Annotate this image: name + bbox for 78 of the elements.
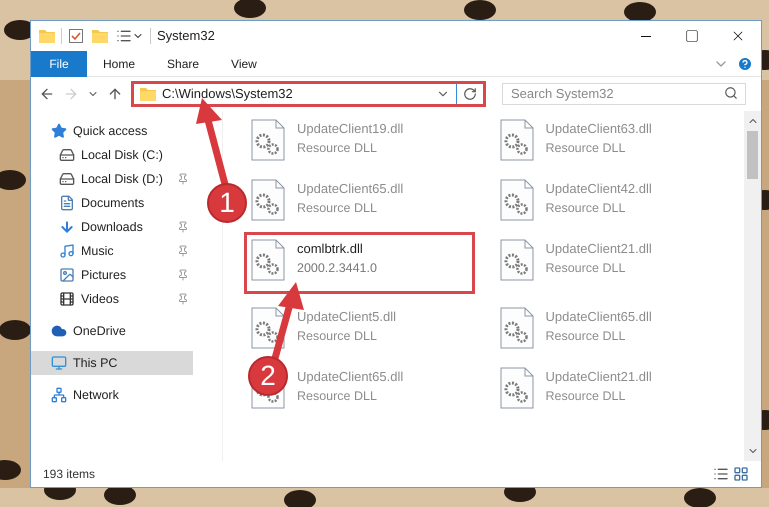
nav-item[interactable]: Documents xyxy=(31,191,193,215)
checklist-icon[interactable] xyxy=(68,28,84,44)
up-button[interactable] xyxy=(107,86,123,102)
settings-file-icon xyxy=(251,239,285,281)
maximize-icon xyxy=(685,29,699,43)
tiles-view-icon[interactable] xyxy=(733,466,749,482)
new-folder-icon xyxy=(92,29,108,43)
file-detail: Resource DLL xyxy=(546,328,626,344)
file-name: UpdateClient65.dll xyxy=(297,368,404,386)
music-note-icon xyxy=(59,243,75,259)
file-detail: Resource DLL xyxy=(297,200,378,216)
network-icon xyxy=(51,387,67,403)
address-bar[interactable]: C:\Windows\System32 xyxy=(131,81,486,107)
file-detail: 2000.2.3441.0 xyxy=(297,260,377,276)
settings-file-icon xyxy=(500,179,534,221)
pin-icon[interactable] xyxy=(177,221,189,233)
star-icon xyxy=(51,123,67,139)
nav-item[interactable]: Downloads xyxy=(31,215,193,239)
download-icon xyxy=(59,219,75,235)
nav-item[interactable]: Network xyxy=(31,383,193,407)
file-detail: Resource DLL xyxy=(546,200,626,216)
nav-item[interactable]: This PC xyxy=(31,351,193,375)
file-detail: Resource DLL xyxy=(297,328,378,344)
file-name: UpdateClient65.dll xyxy=(546,308,652,326)
nav-item[interactable]: Local Disk (C:) xyxy=(31,143,193,167)
nav-item[interactable]: OneDrive xyxy=(31,319,193,343)
search-icon xyxy=(724,86,738,100)
back-button[interactable] xyxy=(39,86,55,102)
settings-file-icon xyxy=(500,239,534,281)
file-detail: Resource DLL xyxy=(297,140,378,156)
ribbon-tab[interactable]: Share xyxy=(151,50,216,76)
pin-icon[interactable] xyxy=(177,269,189,281)
file-name: UpdateClient19.dll xyxy=(297,120,404,138)
properties-icon[interactable] xyxy=(116,28,132,44)
details-view-icon[interactable] xyxy=(713,466,729,482)
nav-item[interactable]: Quick access xyxy=(31,119,193,143)
ribbon-tab[interactable]: Home xyxy=(87,50,152,76)
file-name: UpdateClient21.dll xyxy=(546,240,652,258)
settings-file-icon xyxy=(251,119,285,161)
file-name: UpdateClient42.dll xyxy=(546,180,652,198)
file-detail: Resource DLL xyxy=(546,140,626,156)
refresh-icon[interactable] xyxy=(463,87,477,101)
help-icon[interactable] xyxy=(737,56,753,72)
nav-item[interactable]: Videos xyxy=(31,287,193,311)
file-detail: Resource DLL xyxy=(546,388,626,404)
settings-file-icon xyxy=(251,179,285,221)
file-name: UpdateClient21.dll xyxy=(546,368,652,386)
nav-item[interactable]: Music xyxy=(31,239,193,263)
scroll-thumb[interactable] xyxy=(747,131,758,179)
folder-icon xyxy=(140,87,156,101)
cloud-icon xyxy=(51,323,67,339)
pin-icon[interactable] xyxy=(177,173,189,185)
document-icon xyxy=(59,195,75,211)
drive-icon xyxy=(59,171,75,187)
pin-icon[interactable] xyxy=(177,245,189,257)
file-name: comlbtrk.dll xyxy=(297,240,364,258)
settings-file-icon xyxy=(500,367,534,409)
file-detail: Resource DLL xyxy=(297,388,378,404)
picture-icon xyxy=(59,267,75,283)
file-name: UpdateClient65.dll xyxy=(297,180,404,198)
drive-icon xyxy=(59,147,75,163)
item-count: 193 items xyxy=(43,466,96,483)
file-name: UpdateClient63.dll xyxy=(546,120,652,138)
scrollbar[interactable] xyxy=(744,111,761,461)
pin-icon[interactable] xyxy=(177,293,189,305)
monitor-icon xyxy=(51,355,67,371)
file-tile[interactable]: comlbtrk.dll 2000.2.3441.0 xyxy=(247,235,472,291)
file-name: UpdateClient5.dll xyxy=(297,308,396,326)
search-field[interactable]: Search System32 xyxy=(502,82,746,104)
window-title: System32 xyxy=(157,27,215,46)
nav-item[interactable]: Local Disk (D:) xyxy=(31,167,193,191)
file-detail: Resource DLL xyxy=(546,260,626,276)
ribbon-tab[interactable]: View xyxy=(215,50,273,76)
film-icon xyxy=(59,291,75,307)
folder-icon xyxy=(39,29,55,43)
nav-item[interactable]: Pictures xyxy=(31,263,193,287)
settings-file-icon xyxy=(500,119,534,161)
settings-file-icon xyxy=(500,307,534,349)
